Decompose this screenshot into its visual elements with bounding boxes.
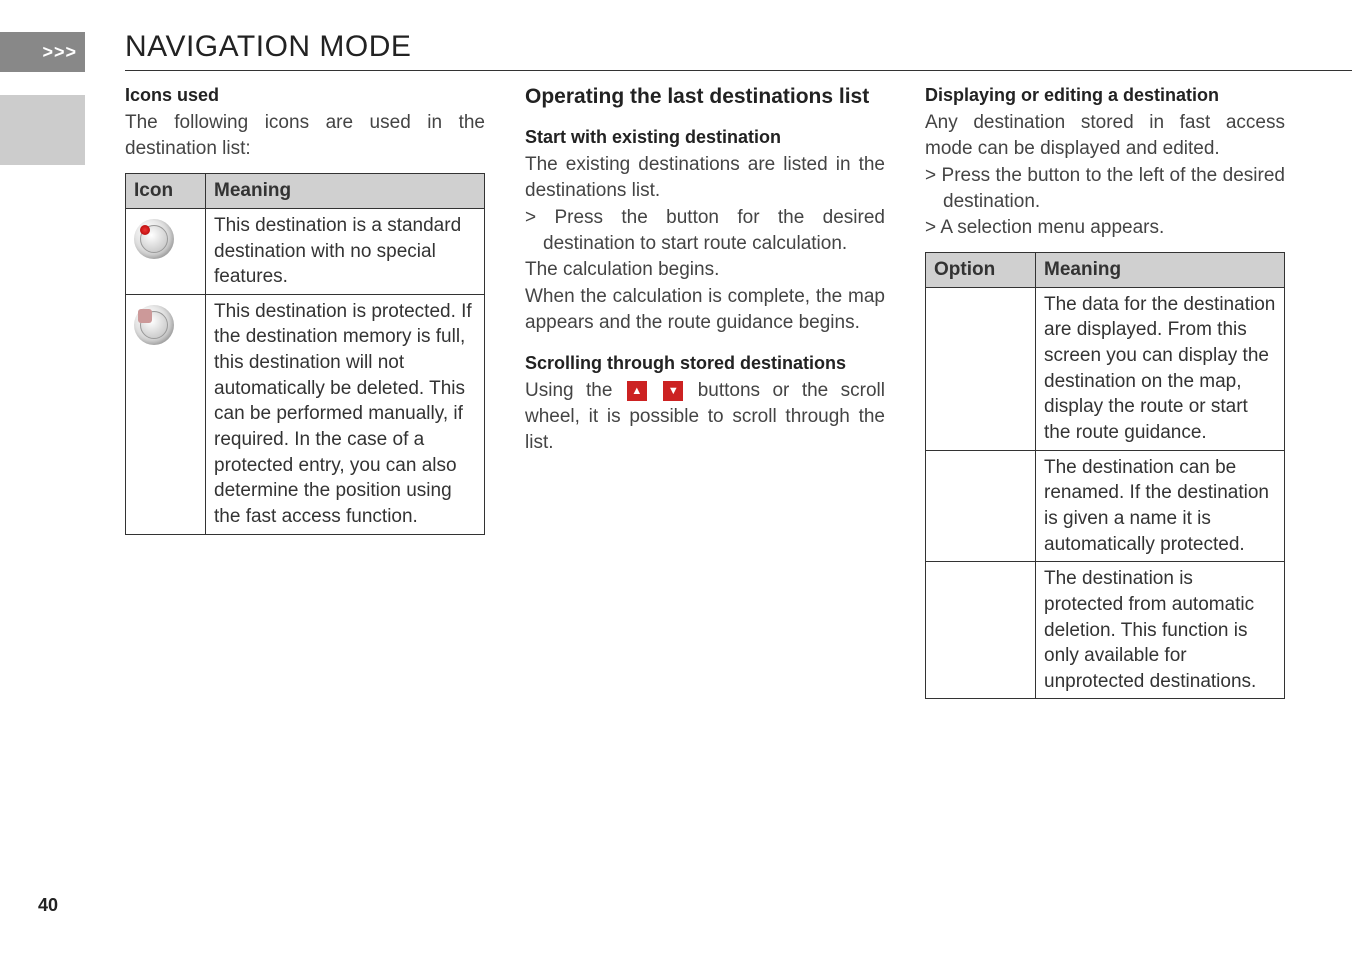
side-tab [0,95,85,165]
options-table-row3-option [926,562,1036,699]
icons-used-intro: The following icons are used in the dest… [125,110,485,161]
calculation-begins-text: The calculation begins. [525,257,885,283]
icons-table-header-icon: Icon [126,174,206,209]
options-table-row1-option [926,287,1036,450]
any-destination-text: Any destination stored in fast access mo… [925,110,1285,161]
column-2: Operating the last destinations list Sta… [525,85,885,699]
calculation-complete-text: When the calculation is complete, the ma… [525,284,885,335]
options-table: Option Meaning The data for the destinat… [925,252,1285,699]
selection-menu-item: > A selection menu appears. [925,215,1285,241]
icon-standard-destination [126,208,206,294]
press-button-desired-item: > Press the button for the desired desti… [525,205,885,256]
page-number: 40 [38,895,58,916]
scrolling-text: Using the ▲ ▼ buttons or the scroll whee… [525,378,885,455]
options-table-row2-meaning: The destination can be renamed. If the d… [1036,450,1285,562]
content-area: Icons used The following icons are used … [125,85,1352,699]
column-1: Icons used The following icons are used … [125,85,485,699]
icons-table-row1-meaning: This destination is a standard destinati… [206,208,485,294]
operating-list-heading: Operating the last destinations list [525,85,885,109]
options-table-header-meaning: Meaning [1036,253,1285,288]
icons-table-header-meaning: Meaning [206,174,485,209]
start-existing-heading: Start with existing destination [525,127,885,148]
arrow-up-icon: ▲ [627,381,647,401]
options-table-row1-meaning: The data for the destination are display… [1036,287,1285,450]
column-3: Displaying or editing a destination Any … [925,85,1285,699]
header-tab: >>> [0,32,85,72]
options-table-row2-option [926,450,1036,562]
icons-table: Icon Meaning This destination is a stand… [125,173,485,534]
globe-lock-icon [134,305,174,345]
displaying-editing-heading: Displaying or editing a destination [925,85,1285,106]
scrolling-heading: Scrolling through stored destinations [525,353,885,374]
page-title: NAVIGATION MODE [125,30,411,64]
header-divider [125,70,1352,71]
existing-destinations-text: The existing destinations are listed in … [525,152,885,203]
press-button-left-item: > Press the button to the left of the de… [925,163,1285,214]
icons-table-row2-meaning: This destination is protected. If the de… [206,294,485,534]
arrow-down-icon: ▼ [663,381,683,401]
icon-protected-destination [126,294,206,534]
options-table-header-option: Option [926,253,1036,288]
icons-used-heading: Icons used [125,85,485,106]
globe-icon [134,219,174,259]
options-table-row3-meaning: The destination is protected from automa… [1036,562,1285,699]
